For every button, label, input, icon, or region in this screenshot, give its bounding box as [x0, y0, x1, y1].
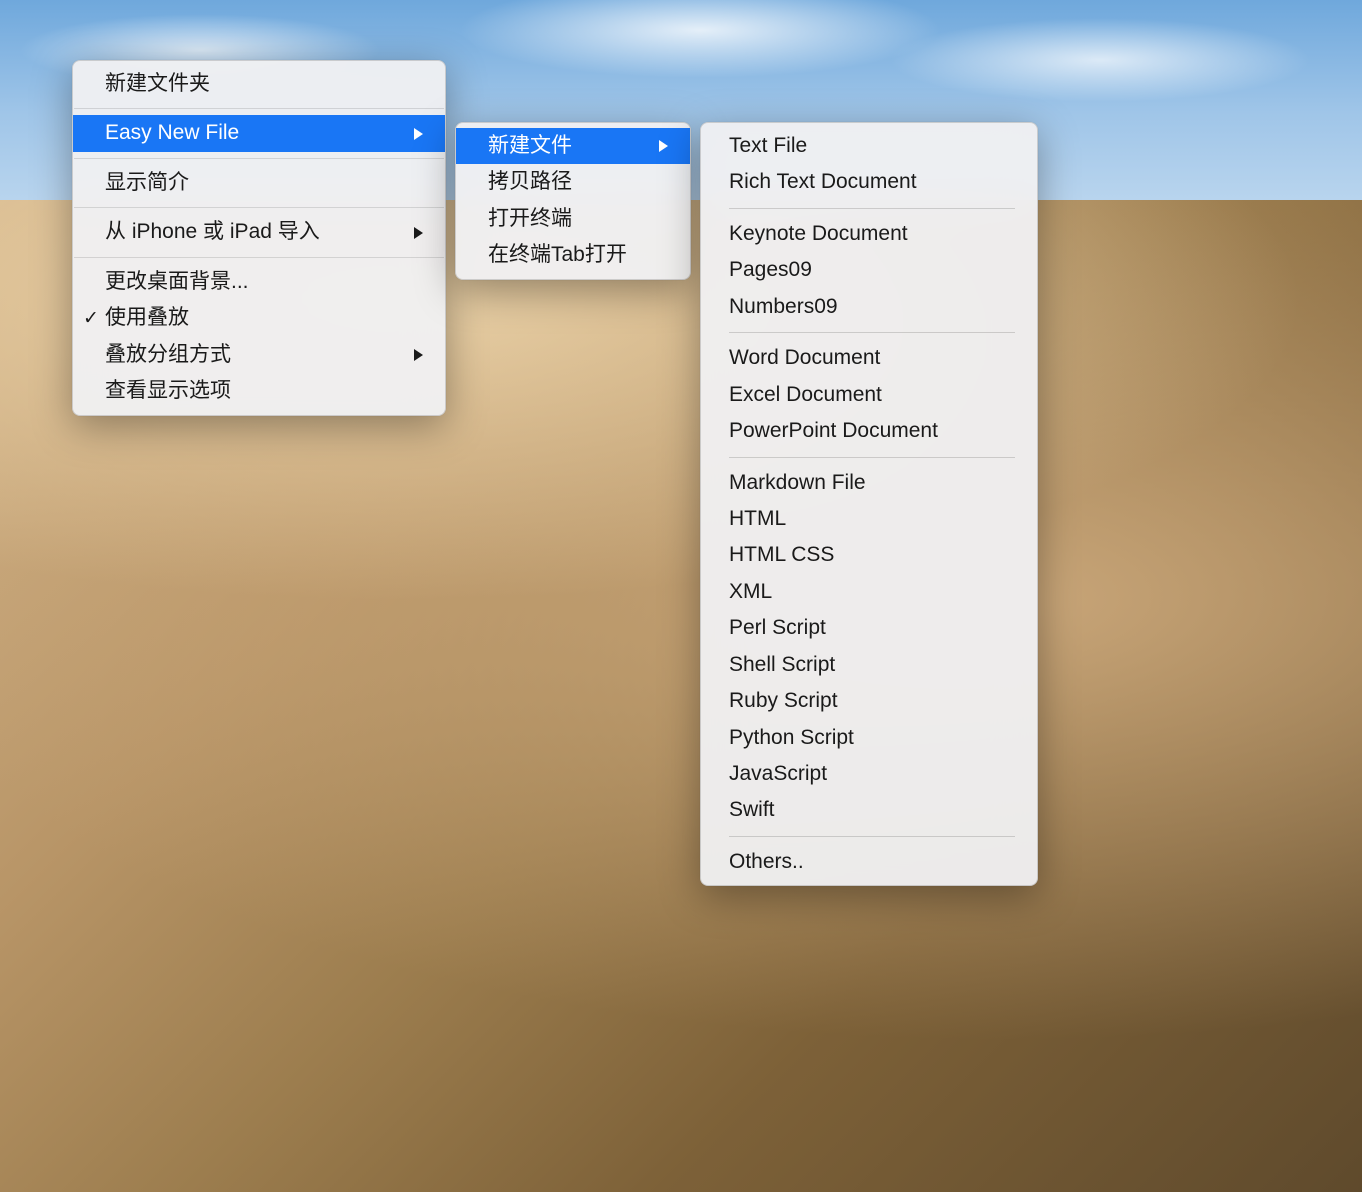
menu-item-label: 更改桌面背景...: [105, 267, 249, 297]
menu-item-label: 拷贝路径: [488, 167, 572, 197]
menu-item-label: Word Document: [729, 343, 880, 373]
menu-item-label: 从 iPhone 或 iPad 导入: [105, 217, 320, 247]
menu-item-change-background[interactable]: 更改桌面背景...: [73, 264, 445, 300]
menu-item-markdown[interactable]: Markdown File: [701, 465, 1037, 501]
menu-item-label: Swift: [729, 795, 775, 825]
menu-separator: [729, 836, 1015, 837]
menu-separator: [74, 108, 444, 109]
menu-item-label: Ruby Script: [729, 686, 838, 716]
menu-item-copy-path[interactable]: 拷贝路径: [456, 164, 690, 200]
menu-item-label: Easy New File: [105, 118, 239, 148]
menu-item-label: 显示简介: [105, 168, 189, 198]
menu-item-pages[interactable]: Pages09: [701, 252, 1037, 288]
menu-item-label: Numbers09: [729, 292, 838, 322]
menu-item-open-terminal[interactable]: 打开终端: [456, 201, 690, 237]
menu-separator: [729, 208, 1015, 209]
menu-item-get-info[interactable]: 显示简介: [73, 165, 445, 201]
menu-item-label: 查看显示选项: [105, 376, 231, 406]
menu-item-python[interactable]: Python Script: [701, 720, 1037, 756]
menu-item-label: 叠放分组方式: [105, 340, 231, 370]
menu-item-label: Others..: [729, 847, 804, 877]
menu-item-label: Python Script: [729, 723, 854, 753]
menu-item-label: Pages09: [729, 255, 812, 285]
menu-item-label: JavaScript: [729, 759, 827, 789]
menu-item-label: Keynote Document: [729, 219, 908, 249]
menu-item-word[interactable]: Word Document: [701, 340, 1037, 376]
menu-item-label: 新建文件夹: [105, 69, 210, 99]
chevron-right-icon: [384, 128, 423, 140]
menu-separator: [74, 207, 444, 208]
menu-item-group-stacks-by[interactable]: 叠放分组方式: [73, 337, 445, 373]
menu-item-label: HTML: [729, 504, 786, 534]
menu-item-label: Rich Text Document: [729, 167, 917, 197]
menu-item-text-file[interactable]: Text File: [701, 128, 1037, 164]
menu-item-import-from-iphone[interactable]: 从 iPhone 或 iPad 导入: [73, 214, 445, 250]
context-menu-main: 新建文件夹 Easy New File 显示简介 从 iPhone 或 iPad…: [72, 60, 446, 416]
menu-item-label: PowerPoint Document: [729, 416, 938, 446]
submenu-easy-new-file: 新建文件 拷贝路径 打开终端 在终端Tab打开: [455, 122, 691, 280]
menu-item-label: XML: [729, 577, 772, 607]
menu-item-html-css[interactable]: HTML CSS: [701, 537, 1037, 573]
menu-item-label: HTML CSS: [729, 540, 834, 570]
menu-item-new-file[interactable]: 新建文件: [456, 128, 690, 164]
menu-item-others[interactable]: Others..: [701, 844, 1037, 880]
menu-item-keynote[interactable]: Keynote Document: [701, 216, 1037, 252]
menu-separator: [729, 457, 1015, 458]
menu-item-ruby[interactable]: Ruby Script: [701, 683, 1037, 719]
chevron-right-icon: [384, 227, 423, 239]
menu-item-label: Perl Script: [729, 613, 826, 643]
menu-item-label: Markdown File: [729, 468, 866, 498]
menu-item-excel[interactable]: Excel Document: [701, 377, 1037, 413]
menu-item-label: Text File: [729, 131, 807, 161]
menu-item-label: 在终端Tab打开: [488, 240, 627, 270]
menu-item-powerpoint[interactable]: PowerPoint Document: [701, 413, 1037, 449]
menu-item-use-stacks[interactable]: ✓ 使用叠放: [73, 300, 445, 336]
menu-item-new-folder[interactable]: 新建文件夹: [73, 66, 445, 102]
chevron-right-icon: [384, 349, 423, 361]
menu-item-label: 打开终端: [488, 204, 572, 234]
menu-item-html[interactable]: HTML: [701, 501, 1037, 537]
menu-item-label: Shell Script: [729, 650, 835, 680]
menu-item-easy-new-file[interactable]: Easy New File: [73, 115, 445, 151]
menu-item-show-view-options[interactable]: 查看显示选项: [73, 373, 445, 409]
menu-separator: [74, 158, 444, 159]
menu-item-swift[interactable]: Swift: [701, 792, 1037, 828]
menu-separator: [74, 257, 444, 258]
chevron-right-icon: [629, 140, 668, 152]
menu-item-javascript[interactable]: JavaScript: [701, 756, 1037, 792]
menu-item-xml[interactable]: XML: [701, 574, 1037, 610]
menu-item-shell[interactable]: Shell Script: [701, 647, 1037, 683]
menu-item-label: 使用叠放: [105, 303, 189, 333]
checkmark-icon: ✓: [83, 305, 99, 333]
submenu-new-file-types: Text File Rich Text Document Keynote Doc…: [700, 122, 1038, 886]
menu-item-open-terminal-tab[interactable]: 在终端Tab打开: [456, 237, 690, 273]
menu-item-rich-text[interactable]: Rich Text Document: [701, 164, 1037, 200]
menu-item-label: 新建文件: [488, 131, 572, 161]
menu-item-perl[interactable]: Perl Script: [701, 610, 1037, 646]
menu-item-label: Excel Document: [729, 380, 882, 410]
menu-separator: [729, 332, 1015, 333]
menu-item-numbers[interactable]: Numbers09: [701, 289, 1037, 325]
